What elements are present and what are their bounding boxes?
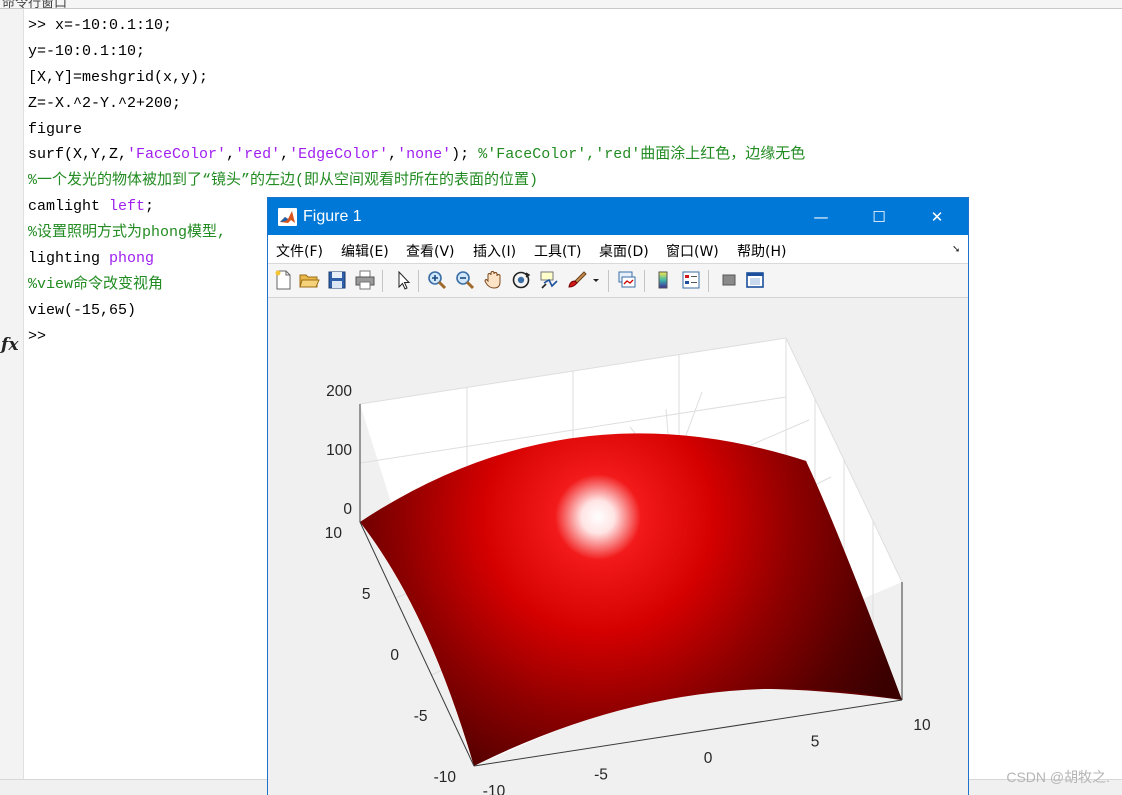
x-tick-label: 10 [913,717,931,734]
zoom-in-icon[interactable] [426,269,448,291]
watermark: CSDN @胡牧之. [1006,769,1110,785]
code-text: y=-10:0.1:10; [28,42,146,60]
code-comment: %view命令改变视角 [28,275,164,293]
code-comment: %设置照明方式为phong模型, [28,224,227,242]
surface-plot[interactable]: 200 100 0 10 5 0 -5 -10 -10 -5 0 5 10 [268,299,968,795]
insert-colorbar-icon[interactable] [652,269,674,291]
menu-dock-icon[interactable]: ➘ [952,244,960,255]
code-comment: %'FaceColor','red'曲面涂上红色，边缘无色 [478,146,806,164]
code-string: 'none' [397,146,452,164]
code-string: 'FaceColor' [127,146,227,164]
command-line: %一个发光的物体被加到了“镜头”的左边(即从空间观看时所在的表面的位置) [28,168,805,194]
y-tick-label: -5 [414,708,428,725]
command-gutter: fx [0,9,24,795]
toolbar-separator [644,270,645,292]
new-figure-icon[interactable] [272,269,294,291]
menu-help[interactable]: 帮助(H) [737,241,786,261]
figure-toolbar [268,264,968,298]
pan-icon[interactable] [482,269,504,291]
command-line: surf(X,Y,Z,'FaceColor','red','EdgeColor'… [28,142,805,168]
command-line: y=-10:0.1:10; [28,39,805,65]
z-tick-label: 0 [343,501,352,518]
link-plot-icon[interactable] [616,269,638,291]
code-text: [X,Y]=meshgrid(x,y); [28,68,209,86]
save-icon[interactable] [326,269,348,291]
axes-area[interactable]: 200 100 0 10 5 0 -5 -10 -10 -5 0 5 10 [268,299,968,795]
menu-file[interactable]: 文件(F) [276,241,323,261]
command-line: [X,Y]=meshgrid(x,y); [28,65,805,91]
rotate-3d-icon[interactable] [510,269,532,291]
x-tick-label: -5 [594,767,608,784]
hide-plot-tools-icon[interactable] [718,269,740,291]
code-string: left [109,198,146,216]
code-string: 'EdgeColor' [289,146,389,164]
menu-insert[interactable]: 插入(I) [473,241,516,261]
y-tick-label: -10 [434,769,457,786]
y-tick-label: 10 [325,525,343,542]
x-tick-label: -10 [483,783,506,795]
close-button[interactable]: ✕ [908,198,966,235]
code-text: lighting [28,250,110,268]
code-text: , [280,146,290,164]
z-tick-label: 200 [326,383,352,400]
code-text: , [388,146,398,164]
code-text: ); [451,146,479,164]
command-line: figure [28,117,805,143]
menu-tools[interactable]: 工具(T) [534,241,581,261]
figure-title: Figure 1 [303,208,362,225]
code-text: >> x=-10:0.1:10; [28,17,173,34]
code-text: figure [28,120,83,138]
titlebar-divider [0,8,1122,9]
z-axis-ticks: 200 100 0 [326,383,352,518]
data-cursor-icon[interactable] [538,269,560,291]
minimize-button[interactable]: — [792,198,850,235]
figure-menubar: 文件(F) 编辑(E) 查看(V) 插入(I) 工具(T) 桌面(D) 窗口(W… [268,235,968,264]
y-tick-label: 0 [390,647,399,664]
code-string: phong [109,250,155,268]
code-text: >> [28,327,47,345]
toolbar-separator [708,270,709,292]
figure-window[interactable]: Figure 1 — ☐ ✕ 文件(F) 编辑(E) 查看(V) 插入(I) 工… [267,197,969,795]
edit-plot-icon[interactable] [392,269,414,291]
code-text: surf(X,Y,Z, [28,146,128,164]
toolbar-separator [418,270,419,292]
x-tick-label: 0 [704,750,713,767]
menu-edit[interactable]: 编辑(E) [341,241,389,261]
maximize-button[interactable]: ☐ [850,198,908,235]
y-tick-label: 5 [362,586,371,603]
code-comment: %一个发光的物体被加到了“镜头”的左边(即从空间观看时所在的表面的位置) [28,172,539,190]
open-file-icon[interactable] [298,269,320,291]
toolbar-separator [608,270,609,292]
command-line: >> x=-10:0.1:10; [28,13,805,39]
show-plot-tools-icon[interactable] [744,269,766,291]
menu-window[interactable]: 窗口(W) [666,241,719,261]
insert-legend-icon[interactable] [680,269,702,291]
menu-view[interactable]: 查看(V) [406,241,455,261]
code-text: view(-15,65) [28,301,137,319]
x-tick-label: 5 [811,734,820,751]
zoom-out-icon[interactable] [454,269,476,291]
command-line: Z=-X.^2-Y.^2+200; [28,91,805,117]
menu-desktop[interactable]: 桌面(D) [599,241,649,261]
code-text: Z=-X.^2-Y.^2+200; [28,94,182,112]
brush-icon[interactable] [566,269,588,291]
code-text: , [226,146,236,164]
code-string: 'red' [235,146,281,164]
toolbar-separator [382,270,383,292]
matlab-logo-icon [278,208,297,226]
z-tick-label: 100 [326,442,352,459]
figure-titlebar[interactable]: Figure 1 — ☐ ✕ [268,198,968,235]
brush-dropdown-icon[interactable] [590,269,602,291]
code-text: ; [145,198,155,216]
code-text: camlight [28,198,110,216]
function-browser-icon[interactable]: fx [1,335,18,355]
print-icon[interactable] [354,269,376,291]
